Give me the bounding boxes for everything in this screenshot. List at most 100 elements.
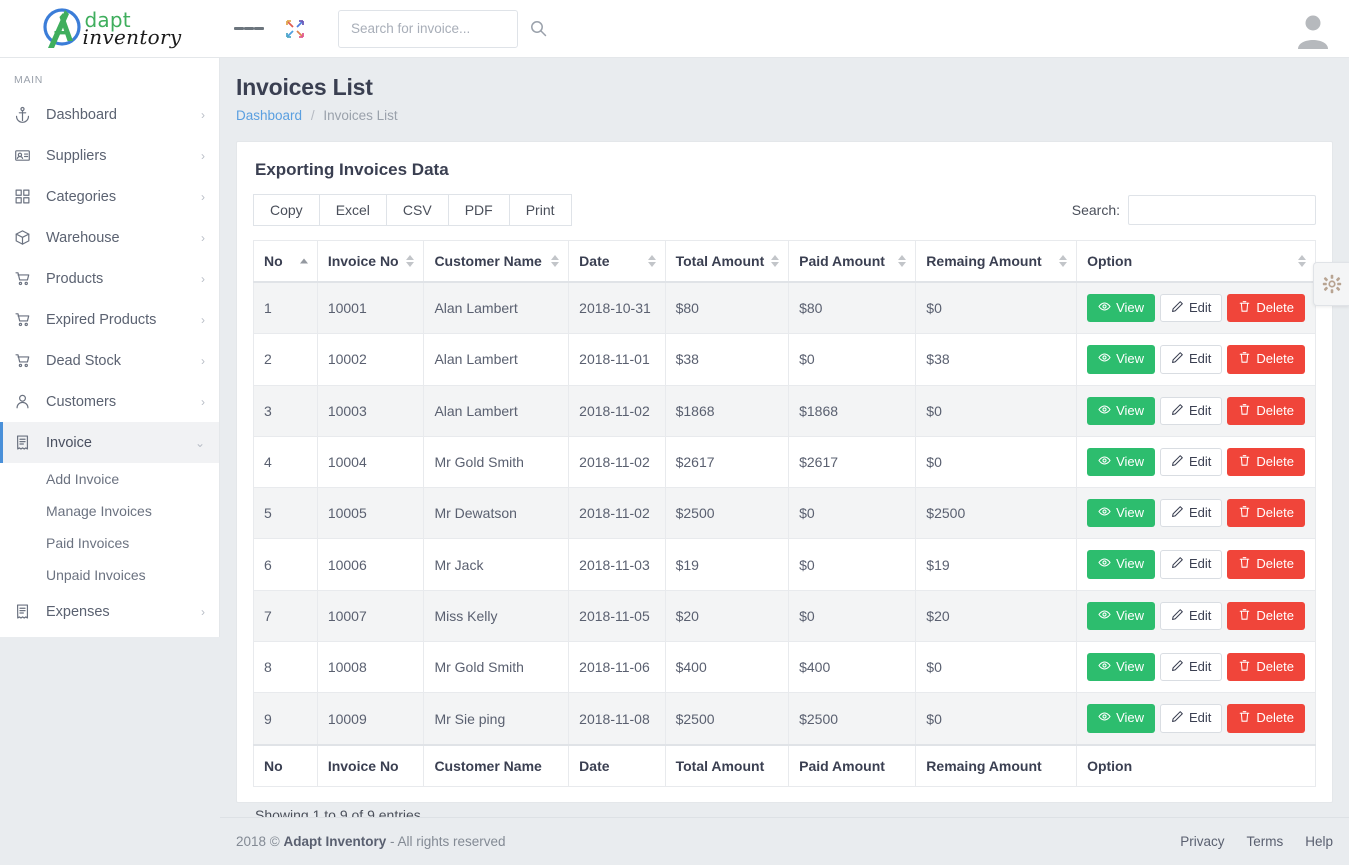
column-footer-customer-name: Customer Name [424, 745, 569, 787]
delete-button-label: Delete [1256, 404, 1294, 418]
edit-button[interactable]: Edit [1160, 397, 1222, 425]
sort-indicator-icon[interactable] [648, 255, 656, 267]
edit-button[interactable]: Edit [1160, 294, 1222, 322]
sidebar-subitem-paid-invoices[interactable]: Paid Invoices [0, 527, 219, 559]
user-icon [14, 393, 40, 410]
export-copy-button[interactable]: Copy [253, 194, 320, 226]
trash-icon [1238, 556, 1251, 572]
sidebar-item-loan[interactable]: Loan› [0, 632, 219, 637]
sort-indicator-icon[interactable] [551, 255, 559, 267]
footer-link-privacy[interactable]: Privacy [1180, 834, 1224, 849]
sort-indicator-icon[interactable] [1298, 255, 1306, 267]
sidebar-item-expired-products[interactable]: Expired Products› [0, 299, 219, 340]
delete-button[interactable]: Delete [1227, 704, 1305, 732]
cart-icon [14, 311, 40, 328]
delete-button[interactable]: Delete [1227, 653, 1305, 681]
sort-indicator-icon[interactable] [300, 259, 308, 264]
edit-button-label: Edit [1189, 352, 1211, 366]
view-button[interactable]: View [1087, 602, 1155, 630]
cell-customer-name: Alan Lambert [424, 282, 569, 334]
sidebar-item-dashboard[interactable]: Dashboard› [0, 94, 219, 135]
trash-icon [1238, 710, 1251, 726]
sidebar-item-categories[interactable]: Categories› [0, 176, 219, 217]
delete-button[interactable]: Delete [1227, 345, 1305, 373]
sidebar-item-label: Expired Products [40, 312, 201, 328]
sidebar-subitem-manage-invoices[interactable]: Manage Invoices [0, 495, 219, 527]
sidebar-item-expenses[interactable]: Expenses› [0, 591, 219, 632]
edit-button[interactable]: Edit [1160, 704, 1222, 732]
cell-no: 7 [254, 590, 318, 641]
cell-date: 2018-11-01 [569, 334, 665, 385]
cell-total-amount: $38 [665, 334, 789, 385]
fullscreen-expand-icon[interactable] [280, 15, 310, 43]
column-header-no[interactable]: No [254, 241, 318, 283]
column-header-invoice-no[interactable]: Invoice No [317, 241, 424, 283]
delete-button[interactable]: Delete [1227, 397, 1305, 425]
column-header-paid-amount[interactable]: Paid Amount [789, 241, 916, 283]
search-input[interactable] [349, 11, 530, 47]
edit-button[interactable]: Edit [1160, 653, 1222, 681]
sidebar-item-products[interactable]: Products› [0, 258, 219, 299]
avatar[interactable] [1293, 9, 1333, 49]
edit-button[interactable]: Edit [1160, 499, 1222, 527]
cell-total-amount: $1868 [665, 385, 789, 436]
cell-total-amount: $400 [665, 642, 789, 693]
delete-button[interactable]: Delete [1227, 550, 1305, 578]
brand-logo[interactable]: dapt inventory [0, 0, 220, 58]
column-header-remaing-amount[interactable]: Remaing Amount [916, 241, 1077, 283]
view-button[interactable]: View [1087, 704, 1155, 732]
sort-indicator-icon[interactable] [1059, 255, 1067, 267]
cell-remaining-amount: $0 [916, 282, 1077, 334]
breadcrumb-dashboard-link[interactable]: Dashboard [236, 108, 302, 123]
sidebar-subitem-unpaid-invoices[interactable]: Unpaid Invoices [0, 559, 219, 591]
column-header-option[interactable]: Option [1077, 241, 1316, 283]
edit-button[interactable]: Edit [1160, 345, 1222, 373]
hamburger-icon[interactable] [234, 15, 264, 43]
column-footer-option: Option [1077, 745, 1316, 787]
sidebar-item-customers[interactable]: Customers› [0, 381, 219, 422]
delete-button-label: Delete [1256, 352, 1294, 366]
column-header-date[interactable]: Date [569, 241, 665, 283]
cell-no: 4 [254, 436, 318, 487]
sidebar-item-dead-stock[interactable]: Dead Stock› [0, 340, 219, 381]
sidebar-item-invoice[interactable]: Invoice⌄ [0, 422, 219, 463]
view-button-label: View [1116, 352, 1144, 366]
view-button[interactable]: View [1087, 448, 1155, 476]
delete-button[interactable]: Delete [1227, 294, 1305, 322]
table-search-input[interactable] [1128, 195, 1316, 225]
delete-button[interactable]: Delete [1227, 602, 1305, 630]
table-head: NoInvoice NoCustomer NameDateTotal Amoun… [254, 241, 1316, 283]
footer-link-terms[interactable]: Terms [1246, 834, 1283, 849]
export-print-button[interactable]: Print [509, 194, 572, 226]
export-csv-button[interactable]: CSV [386, 194, 449, 226]
edit-button[interactable]: Edit [1160, 448, 1222, 476]
view-button[interactable]: View [1087, 294, 1155, 322]
sort-indicator-icon[interactable] [898, 255, 906, 267]
sort-indicator-icon[interactable] [771, 255, 779, 267]
footer-link-help[interactable]: Help [1305, 834, 1333, 849]
export-excel-button[interactable]: Excel [319, 194, 387, 226]
sort-indicator-icon[interactable] [406, 255, 414, 267]
delete-button[interactable]: Delete [1227, 499, 1305, 527]
edit-button[interactable]: Edit [1160, 550, 1222, 578]
view-button[interactable]: View [1087, 345, 1155, 373]
edit-button[interactable]: Edit [1160, 602, 1222, 630]
view-button-label: View [1116, 301, 1144, 315]
sidebar-item-label: Dead Stock [40, 353, 201, 369]
view-button[interactable]: View [1087, 499, 1155, 527]
sidebar-subitem-add-invoice[interactable]: Add Invoice [0, 463, 219, 495]
sidebar-item-warehouse[interactable]: Warehouse› [0, 217, 219, 258]
column-header-total-amount[interactable]: Total Amount [665, 241, 789, 283]
global-search-box[interactable] [338, 10, 518, 48]
gear-icon[interactable] [1313, 262, 1349, 306]
column-header-customer-name[interactable]: Customer Name [424, 241, 569, 283]
eye-icon [1098, 505, 1111, 521]
view-button[interactable]: View [1087, 550, 1155, 578]
grid-icon [14, 188, 40, 205]
app-root: dapt inventory [0, 0, 1349, 865]
view-button[interactable]: View [1087, 653, 1155, 681]
delete-button[interactable]: Delete [1227, 448, 1305, 476]
view-button[interactable]: View [1087, 397, 1155, 425]
export-pdf-button[interactable]: PDF [448, 194, 510, 226]
sidebar-item-suppliers[interactable]: Suppliers› [0, 135, 219, 176]
